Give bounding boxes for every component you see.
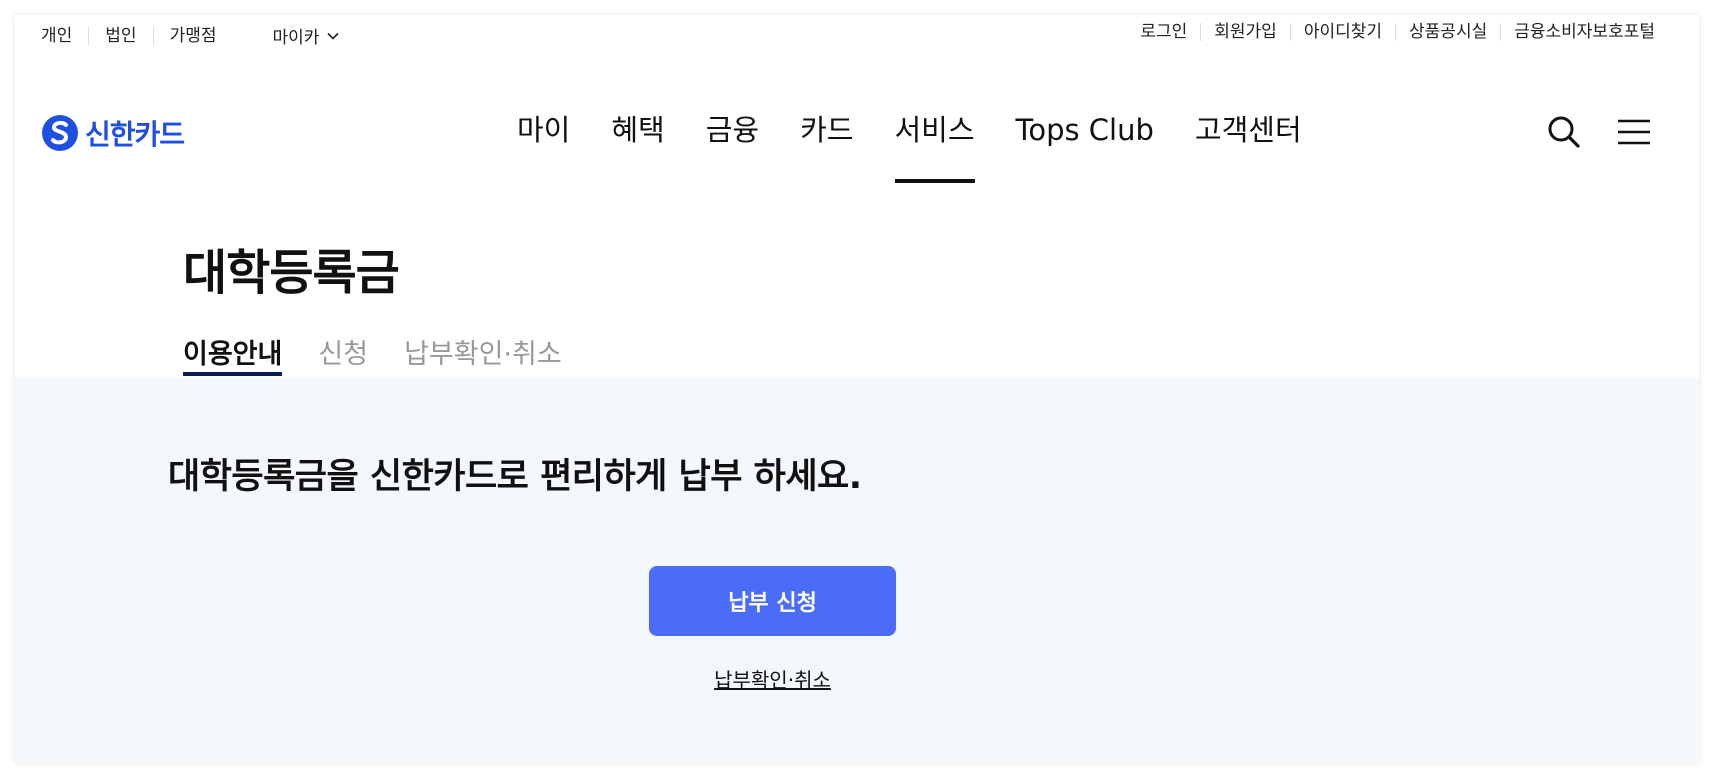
nav-item-my[interactable]: 마이: [517, 113, 570, 185]
product-disclosure-link[interactable]: 상품공시실: [1395, 23, 1500, 41]
util-link-merchant[interactable]: 가맹점: [152, 26, 233, 45]
nav-item-benefits[interactable]: 혜택: [611, 113, 664, 185]
mycar-label: 마이카: [272, 28, 320, 48]
signup-link[interactable]: 회원가입: [1200, 23, 1290, 41]
gnb-icons: [1547, 115, 1651, 149]
apply-payment-button[interactable]: 납부 신청: [649, 566, 896, 636]
mycar-dropdown[interactable]: 마이카: [272, 23, 339, 48]
page-frame: 개인 법인 가맹점 마이카 로그인 회원가입 아이디찾기 상품공시실 금융소비자…: [15, 15, 1699, 763]
main-nav: 마이 혜택 금융 카드 서비스 Tops Club 고객센터: [517, 113, 1302, 185]
nav-item-finance[interactable]: 금융: [706, 113, 759, 185]
consumer-protection-link[interactable]: 금융소비자보호포털: [1500, 23, 1655, 41]
util-link-personal[interactable]: 개인: [41, 27, 88, 45]
hamburger-menu-icon[interactable]: [1617, 118, 1651, 146]
nav-item-tops-club[interactable]: Tops Club: [1016, 113, 1154, 185]
login-link[interactable]: 로그인: [1127, 23, 1200, 41]
chevron-down-icon: [327, 32, 339, 40]
utility-right: 로그인 회원가입 아이디찾기 상품공시실 금융소비자보호포털: [1127, 23, 1655, 41]
content-headline: 대학등록금을 신한카드로 편리하게 납부 하세요.: [168, 457, 862, 497]
content-panel: 대학등록금을 신한카드로 편리하게 납부 하세요. 납부 신청 납부확인·취소: [15, 378, 1699, 763]
logo[interactable]: 신한카드: [41, 113, 185, 153]
logo-text: 신한카드: [85, 118, 185, 151]
find-id-link[interactable]: 아이디찾기: [1289, 23, 1395, 41]
tab-list: 이용안내 신청 납부확인·취소: [183, 332, 562, 376]
page-title: 대학등록금: [183, 245, 400, 301]
utility-bar: 개인 법인 가맹점 마이카 로그인 회원가입 아이디찾기 상품공시실 금융소비자…: [15, 15, 1699, 55]
utility-left: 개인 법인 가맹점 마이카: [41, 23, 339, 48]
tab-usage-guide[interactable]: 이용안내: [183, 332, 283, 376]
util-link-corporate[interactable]: 법인: [88, 26, 152, 45]
nav-item-customer-center[interactable]: 고객센터: [1195, 113, 1302, 185]
nav-item-card[interactable]: 카드: [800, 113, 853, 185]
payment-confirm-cancel-link[interactable]: 납부확인·취소: [649, 664, 896, 693]
search-icon[interactable]: [1547, 115, 1581, 149]
tab-apply[interactable]: 신청: [318, 332, 368, 375]
shinhan-logo-icon: [42, 115, 78, 151]
nav-item-service[interactable]: 서비스: [894, 113, 975, 185]
global-nav: 신한카드 마이 혜택 금융 카드 서비스 Tops Club 고객센터: [15, 77, 1699, 189]
tab-payment-confirm[interactable]: 납부확인·취소: [404, 332, 562, 375]
